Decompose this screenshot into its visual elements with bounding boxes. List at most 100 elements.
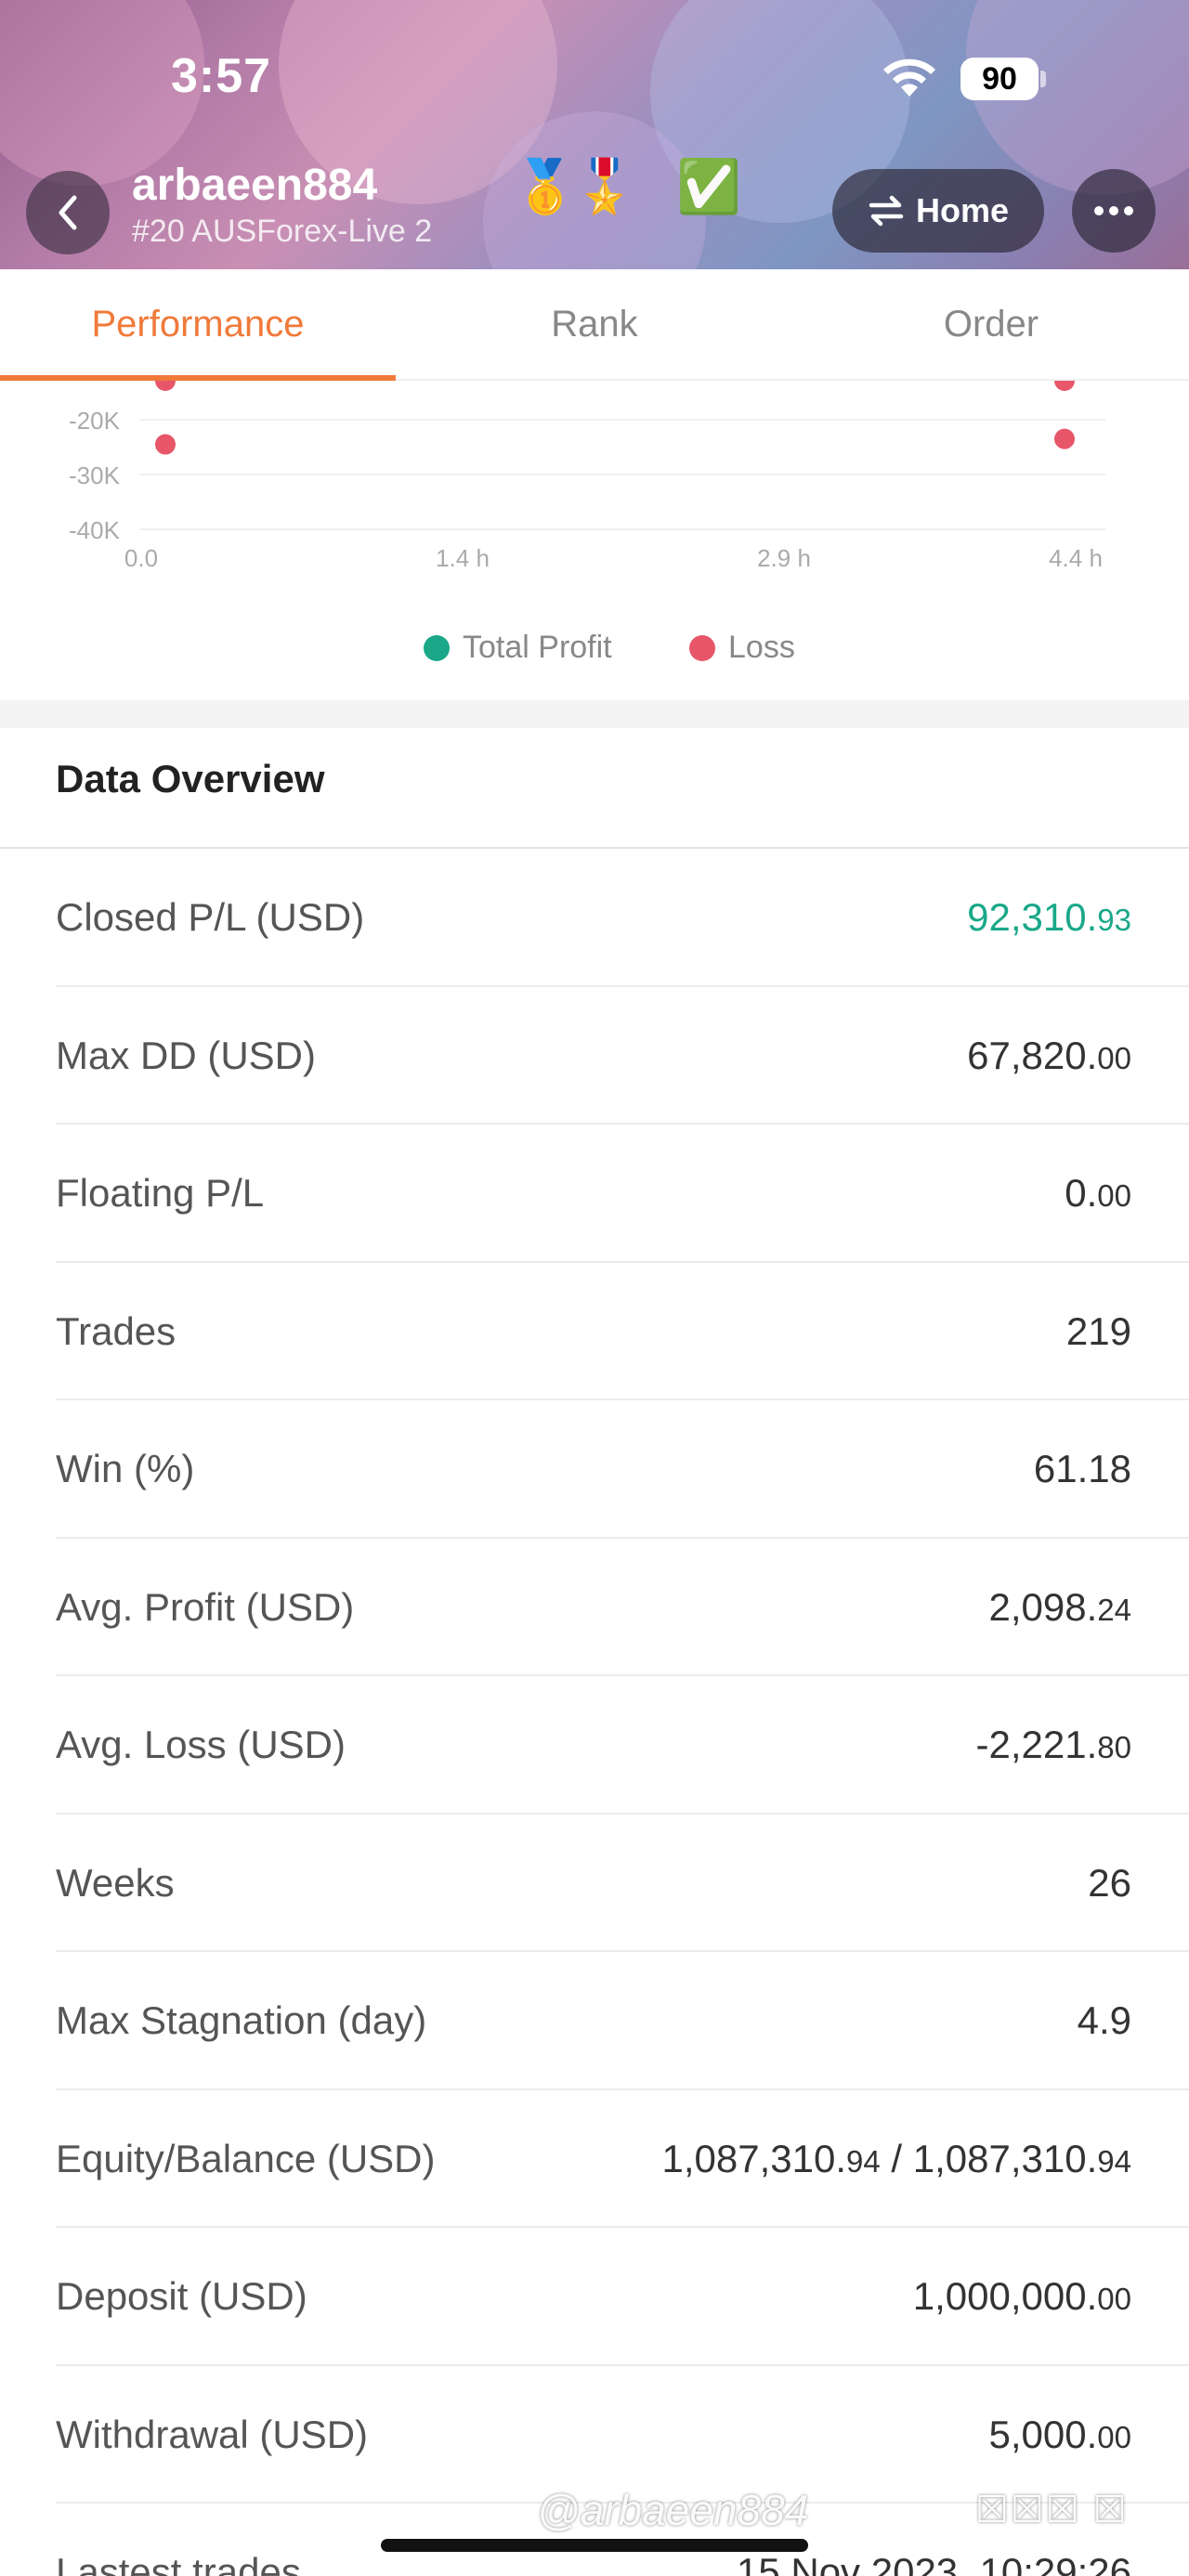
value-int: 26: [1088, 1860, 1131, 1905]
row-label: Avg. Loss (USD): [56, 1723, 346, 1766]
row-closed-pl: Closed P/L (USD) 92,310.93: [0, 849, 1189, 987]
row-equity-balance: Equity/Balance (USD) 1,087,310.94 / 1,08…: [0, 2090, 1189, 2228]
value-int: 92,310.: [967, 895, 1098, 939]
value-int: 219: [1065, 1308, 1131, 1353]
page-title: arbaeen884: [132, 161, 378, 210]
row-trades: Trades 219: [0, 1263, 1189, 1400]
military-medal-icon: 🎖️: [572, 157, 637, 215]
value-dec: 94: [846, 2143, 881, 2179]
value-int: 2,098.: [988, 1584, 1098, 1629]
x-tick-label: 1.4 h: [436, 544, 490, 572]
y-tick-label: -30K: [69, 462, 121, 489]
row-weeks: Weeks 26: [0, 1815, 1189, 1952]
value-int: -2,221.: [975, 1723, 1098, 1766]
y-tick-label: -20K: [69, 407, 121, 435]
value-int: 61.18: [1033, 1447, 1131, 1490]
value-int: 4.9: [1077, 1998, 1131, 2042]
gold-medal-icon: 🥇: [513, 157, 578, 215]
legend-loss-label: Loss: [728, 630, 795, 665]
tab-performance[interactable]: Performance: [0, 269, 396, 379]
value-int: 5,000.: [988, 2412, 1098, 2456]
home-button[interactable]: Home: [832, 169, 1044, 253]
row-floating-pl: Floating P/L 0.00: [0, 1125, 1189, 1263]
x-tick-label: 0.0: [124, 544, 158, 572]
row-label: Lastest trades: [56, 2550, 301, 2576]
legend-loss[interactable]: Loss: [689, 630, 795, 666]
wifi-icon: [883, 59, 935, 97]
row-value: -2,221.80: [976, 1723, 1131, 1767]
value-int: 0.: [1065, 1171, 1098, 1215]
switch-arrows-icon: [869, 195, 904, 227]
watermark-handle: @arbaeen884: [537, 2486, 809, 2534]
legend-total-profit-label: Total Profit: [463, 630, 612, 665]
battery-tip: [1040, 71, 1046, 87]
row-max-dd: Max DD (USD) 67,820.00: [0, 987, 1189, 1125]
row-max-stagnation: Max Stagnation (day) 4.9: [0, 1952, 1189, 2090]
value-dec: 00: [1097, 2419, 1131, 2454]
loss-data-point[interactable]: [1054, 428, 1075, 449]
back-button[interactable]: [26, 171, 110, 254]
loss-swatch: [689, 634, 715, 661]
watermark-glyphs: ☒☒☒ ☒: [975, 2490, 1129, 2530]
verified-check-icon: ✅: [676, 157, 741, 215]
value-int: 15 Nov 2023, 10:29:26: [736, 2550, 1131, 2576]
status-time: 3:57: [171, 49, 272, 103]
value-int: 1,087,310.: [661, 2136, 847, 2180]
value-dec: 93: [1097, 903, 1131, 937]
value-dec: 00: [1097, 1178, 1131, 1213]
battery-level: 90: [982, 61, 1017, 97]
row-win-percent: Win (%) 61.18: [0, 1400, 1189, 1539]
loss-data-point[interactable]: [1054, 371, 1075, 391]
row-value: 61.18: [1034, 1447, 1131, 1491]
row-value: 15 Nov 2023, 10:29:26: [737, 2550, 1131, 2576]
row-label: Deposit (USD): [56, 2274, 307, 2318]
row-value: 219: [1066, 1309, 1131, 1354]
server-subtitle: #20 AUSForex-Live 2: [132, 214, 433, 249]
row-value: 1,000,000.00: [913, 2274, 1131, 2319]
chart-plot: -20K -30K -40K0.0 1.4 h 2.9 h 4.4 h: [69, 371, 1105, 572]
tab-rank[interactable]: Rank: [397, 269, 792, 379]
x-tick-label: 2.9 h: [757, 544, 811, 572]
more-dots-icon: [1094, 206, 1133, 215]
row-withdrawal: Withdrawal (USD) 5,000.00: [0, 2366, 1189, 2504]
row-value: 0.00: [1065, 1171, 1131, 1216]
data-overview-title: Data Overview: [56, 757, 325, 800]
row-label: Avg. Profit (USD): [56, 1584, 355, 1629]
home-button-label: Home: [915, 191, 1010, 229]
row-value: 5,000.00: [989, 2413, 1132, 2457]
app-header: 3:57 90 arbaeen884 #20 AUSForex-Live 2 🥇…: [0, 0, 1189, 269]
row-avg-loss: Avg. Loss (USD) -2,221.80: [0, 1676, 1189, 1815]
row-label: Trades: [56, 1308, 176, 1353]
row-label: Max Stagnation (day): [56, 1998, 427, 2042]
home-indicator: [381, 2539, 808, 2552]
section-divider: [0, 700, 1189, 728]
row-value: 4.9: [1078, 1998, 1131, 2043]
value-dec: 00: [1097, 1040, 1131, 1075]
loss-data-point[interactable]: [155, 434, 176, 455]
row-label: Withdrawal (USD): [56, 2412, 369, 2456]
value-dec: 80: [1097, 1730, 1131, 1764]
value-int: 1,000,000.: [912, 2274, 1098, 2318]
value-int: 67,820.: [967, 1033, 1098, 1077]
row-value: 1,087,310.94 / 1,087,310.94: [662, 2137, 1131, 2181]
row-label: Weeks: [56, 1860, 175, 1905]
row-label: Floating P/L: [56, 1171, 265, 1215]
row-label: Equity/Balance (USD): [56, 2136, 436, 2180]
more-options-button[interactable]: [1072, 169, 1156, 253]
value-dec-2: 94: [1097, 2143, 1131, 2179]
row-label: Win (%): [56, 1447, 195, 1490]
tab-order[interactable]: Order: [793, 269, 1189, 379]
row-value: 92,310.93: [967, 895, 1131, 940]
performance-chart: -20K -30K -40K 0.0 1.4 h 2.9 h 4.4 h Total Pro…: [0, 371, 1189, 696]
chevron-left-icon: [59, 195, 77, 230]
data-overview-list: Closed P/L (USD) 92,310.93 Max DD (USD) …: [0, 849, 1189, 2576]
value-int-2: / 1,087,310.: [880, 2136, 1098, 2180]
x-tick-label: 4.4 h: [1049, 544, 1103, 572]
battery-indicator: 90: [960, 58, 1039, 100]
row-label: Closed P/L (USD): [56, 895, 365, 939]
total-profit-swatch: [424, 634, 450, 661]
row-value: 2,098.24: [989, 1585, 1132, 1630]
loss-data-point[interactable]: [155, 371, 176, 391]
legend-total-profit[interactable]: Total Profit: [424, 630, 612, 666]
row-deposit: Deposit (USD) 1,000,000.00: [0, 2228, 1189, 2366]
